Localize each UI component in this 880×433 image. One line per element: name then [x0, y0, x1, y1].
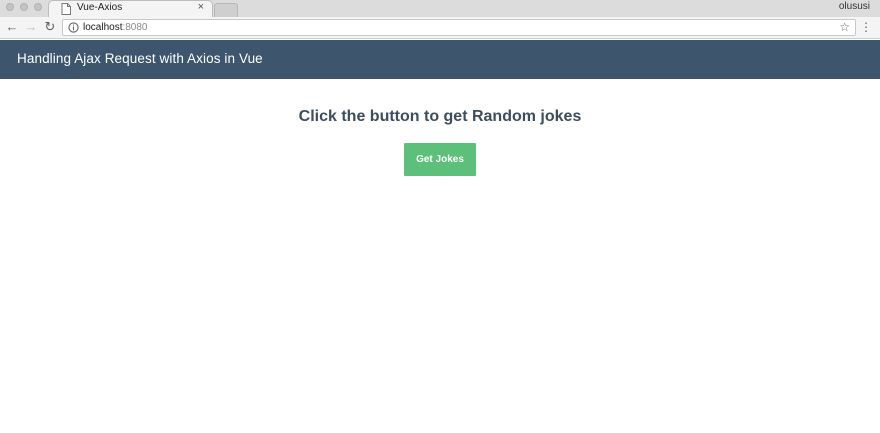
app-header: Handling Ajax Request with Axios in Vue [0, 40, 880, 79]
app-header-title[interactable]: Handling Ajax Request with Axios in Vue [17, 51, 263, 66]
url-port: :8080 [122, 22, 148, 33]
url-text[interactable]: localhost:8080 [83, 22, 148, 33]
main-content: Click the button to get Random jokes Get… [0, 79, 880, 433]
star-icon[interactable]: ☆ [839, 20, 850, 34]
browser-tab-strip: Vue-Axios × olususi [0, 0, 880, 17]
tab-title: Vue-Axios [77, 2, 123, 13]
info-icon[interactable] [68, 22, 79, 33]
close-window-icon[interactable] [6, 3, 14, 11]
address-bar[interactable]: localhost:8080 ☆ [62, 19, 856, 36]
page-heading: Click the button to get Random jokes [298, 108, 582, 125]
browser-tab-active[interactable]: Vue-Axios × [48, 0, 213, 17]
page-icon [61, 3, 71, 15]
url-host: localhost [83, 22, 123, 33]
forward-arrow-icon[interactable]: → [24, 20, 38, 34]
maximize-window-icon[interactable] [34, 3, 42, 11]
back-arrow-icon[interactable]: ← [5, 20, 19, 34]
get-jokes-button[interactable]: Get Jokes [404, 143, 476, 176]
profile-name[interactable]: olususi [839, 1, 870, 12]
new-tab-button[interactable] [214, 3, 238, 17]
minimize-window-icon[interactable] [20, 3, 28, 11]
reload-icon[interactable]: ↻ [43, 20, 57, 34]
close-tab-icon[interactable]: × [198, 1, 204, 13]
menu-icon[interactable]: ⋮ [860, 20, 872, 34]
browser-toolbar: ← → ↻ localhost:8080 ☆ ⋮ [0, 17, 880, 39]
